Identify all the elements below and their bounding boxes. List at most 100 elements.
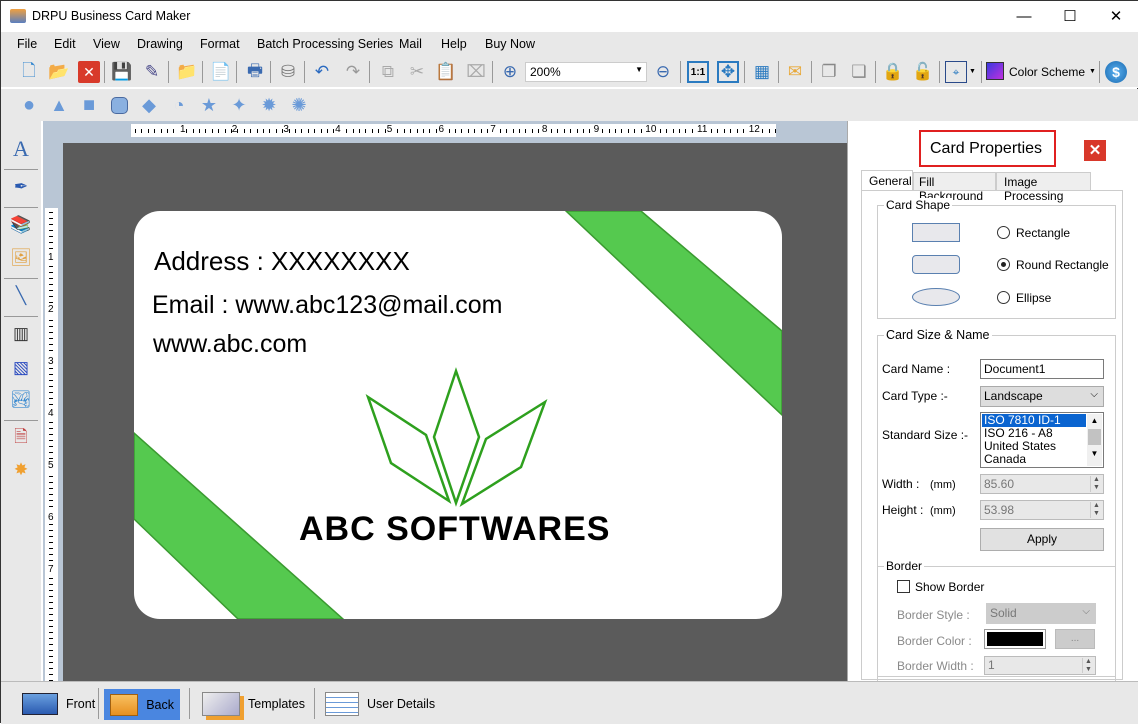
standard-size-list[interactable]: ISO 7810 ID-1 ISO 216 - A8 United States… <box>980 412 1104 468</box>
list-item[interactable]: Canada <box>982 453 1102 466</box>
copy-icon[interactable]: ⧉ <box>377 61 399 83</box>
four-point-star-icon[interactable]: ✦ <box>228 94 250 116</box>
card-website-text[interactable]: www.abc.com <box>153 330 307 359</box>
apply-button[interactable]: Apply <box>980 528 1104 551</box>
border-style-select[interactable]: Solid ⌵ <box>986 603 1096 624</box>
card-company-text[interactable]: ABC SOFTWARES <box>299 510 610 549</box>
border-color-swatch[interactable] <box>984 629 1046 649</box>
height-input[interactable]: 53.98 ▲ ▼ <box>980 500 1104 520</box>
tab-fill-background[interactable]: Fill Background <box>913 172 996 203</box>
line-tool-icon[interactable]: ╲ <box>10 285 32 307</box>
close-button[interactable]: ✕ <box>1093 1 1138 32</box>
properties-icon[interactable]: 📄 <box>210 61 232 83</box>
ellipse-radio[interactable] <box>997 291 1010 304</box>
menu-edit[interactable]: Edit <box>54 37 76 51</box>
barcode-tool-icon[interactable]: ▥ <box>10 323 32 345</box>
lock-icon[interactable]: 🔒 <box>882 61 904 83</box>
star-shape-icon[interactable]: ★ <box>198 94 220 116</box>
height-spinner[interactable]: ▲ ▼ <box>1090 502 1102 518</box>
open-icon[interactable]: 📂 <box>48 61 70 83</box>
square-shape-icon[interactable]: ■ <box>78 94 100 116</box>
export-icon[interactable]: 📁 <box>176 61 198 83</box>
burst-shape-icon[interactable]: ✹ <box>258 94 280 116</box>
maximize-button[interactable]: ☐ <box>1047 1 1093 32</box>
rectangle-radio[interactable] <box>997 226 1010 239</box>
save-icon[interactable]: 💾 <box>111 61 133 83</box>
business-card[interactable] <box>63 143 847 681</box>
zoom-select[interactable]: 200% ▼ <box>525 62 647 82</box>
list-scrollbar[interactable]: ▲ ▼ <box>1087 414 1102 466</box>
zoom-in-icon[interactable]: ⊕ <box>499 61 521 83</box>
text-tool-icon[interactable]: A <box>10 136 32 161</box>
send-back-icon[interactable]: ❏ <box>848 61 870 83</box>
card-name-input[interactable] <box>980 359 1104 379</box>
ruler-tick <box>49 386 53 387</box>
ruler-tick <box>49 338 53 339</box>
card-type-select[interactable]: Landscape ⌵ <box>980 386 1104 407</box>
circle-shape-icon[interactable]: ● <box>18 94 40 116</box>
mail-icon[interactable]: ✉ <box>784 61 806 83</box>
document-text-icon[interactable]: 🗎 <box>10 427 32 449</box>
chevron-down-icon[interactable]: ▼ <box>969 68 976 75</box>
rounded-square-shape-icon[interactable] <box>108 94 130 116</box>
save-as-icon[interactable]: ✎ <box>141 61 163 83</box>
minimize-button[interactable]: — <box>1001 1 1047 32</box>
menu-batch-processing[interactable]: Batch Processing Series <box>257 37 393 51</box>
color-scheme-icon[interactable] <box>986 62 1004 80</box>
card-address-text[interactable]: Address : XXXXXXXX <box>154 246 410 277</box>
card-email-text[interactable]: Email : www.abc123@mail.com <box>152 291 503 320</box>
color-scheme-button[interactable]: Color Scheme <box>1009 65 1085 79</box>
border-width-input[interactable]: 1 ▲ ▼ <box>984 656 1096 675</box>
card-canvas[interactable]: Address : XXXXXXXX Email : www.abc123@ma… <box>63 143 847 681</box>
menu-format[interactable]: Format <box>200 37 240 51</box>
menu-help[interactable]: Help <box>441 37 467 51</box>
background-tool-icon[interactable]: ▧ <box>10 357 32 379</box>
pen-tool-icon[interactable]: ✒ <box>10 176 32 198</box>
fit-page-icon[interactable]: ✥ <box>717 61 739 83</box>
triangle-shape-icon[interactable]: ▲ <box>48 94 70 116</box>
menu-file[interactable]: File <box>17 37 37 51</box>
image-tool-icon[interactable]: 🖼 <box>10 247 32 269</box>
bring-front-icon[interactable]: ❐ <box>818 61 840 83</box>
unlock-icon[interactable]: 🔓 <box>912 61 934 83</box>
tab-image-processing[interactable]: Image Processing <box>996 172 1091 203</box>
undo-icon[interactable]: ↶ <box>311 61 333 83</box>
paste-icon[interactable]: 📋 <box>435 61 457 83</box>
cut-icon[interactable]: ✂ <box>406 61 428 83</box>
new-icon[interactable]: 🗋 <box>18 61 40 83</box>
align-icon[interactable]: ⌖ <box>945 61 967 83</box>
grid-icon[interactable]: ▦ <box>751 61 773 83</box>
tab-templates[interactable]: Templates <box>196 688 311 719</box>
menu-buy-now[interactable]: Buy Now <box>485 37 535 51</box>
library-icon[interactable]: 📚 <box>10 214 32 236</box>
redo-icon[interactable]: ↷ <box>342 61 364 83</box>
border-width-spinner[interactable]: ▲ ▼ <box>1082 658 1094 673</box>
delete-icon[interactable]: ⌧ <box>465 61 487 83</box>
round-rectangle-radio[interactable] <box>997 258 1010 271</box>
database-icon[interactable]: ⛁ <box>277 61 299 83</box>
chevron-down-icon[interactable]: ▼ <box>1089 68 1096 75</box>
seal-shape-icon[interactable]: ✺ <box>288 94 310 116</box>
picture-tool-icon[interactable]: 🏞 <box>10 389 32 411</box>
tab-back[interactable]: Back <box>104 689 180 720</box>
diamond-shape-icon[interactable]: ◆ <box>138 94 160 116</box>
menu-drawing[interactable]: Drawing <box>137 37 183 51</box>
width-input[interactable]: 85.60 ▲ ▼ <box>980 474 1104 494</box>
border-color-more-button[interactable]: ... <box>1055 629 1095 649</box>
clipart-tool-icon[interactable]: ✸ <box>10 459 32 481</box>
menu-view[interactable]: View <box>93 37 120 51</box>
tab-general[interactable]: General <box>861 170 913 191</box>
show-border-checkbox[interactable] <box>897 580 910 593</box>
actual-size-icon[interactable]: 1:1 <box>687 61 709 83</box>
menu-mail[interactable]: Mail <box>399 37 422 51</box>
buy-dollar-icon[interactable]: $ <box>1105 61 1127 83</box>
ruler-tick <box>49 590 53 591</box>
tab-user-details[interactable]: User Details <box>319 688 441 719</box>
close-panel-icon[interactable]: ✕ <box>1084 140 1106 161</box>
close-doc-icon[interactable]: ✕ <box>78 61 100 83</box>
zoom-out-icon[interactable]: ⊖ <box>652 61 674 83</box>
pie-shape-icon[interactable]: ◔ <box>168 94 190 116</box>
width-spinner[interactable]: ▲ ▼ <box>1090 476 1102 492</box>
tab-front[interactable]: Front <box>16 688 101 719</box>
print-icon[interactable]: 🖶 <box>244 61 266 83</box>
